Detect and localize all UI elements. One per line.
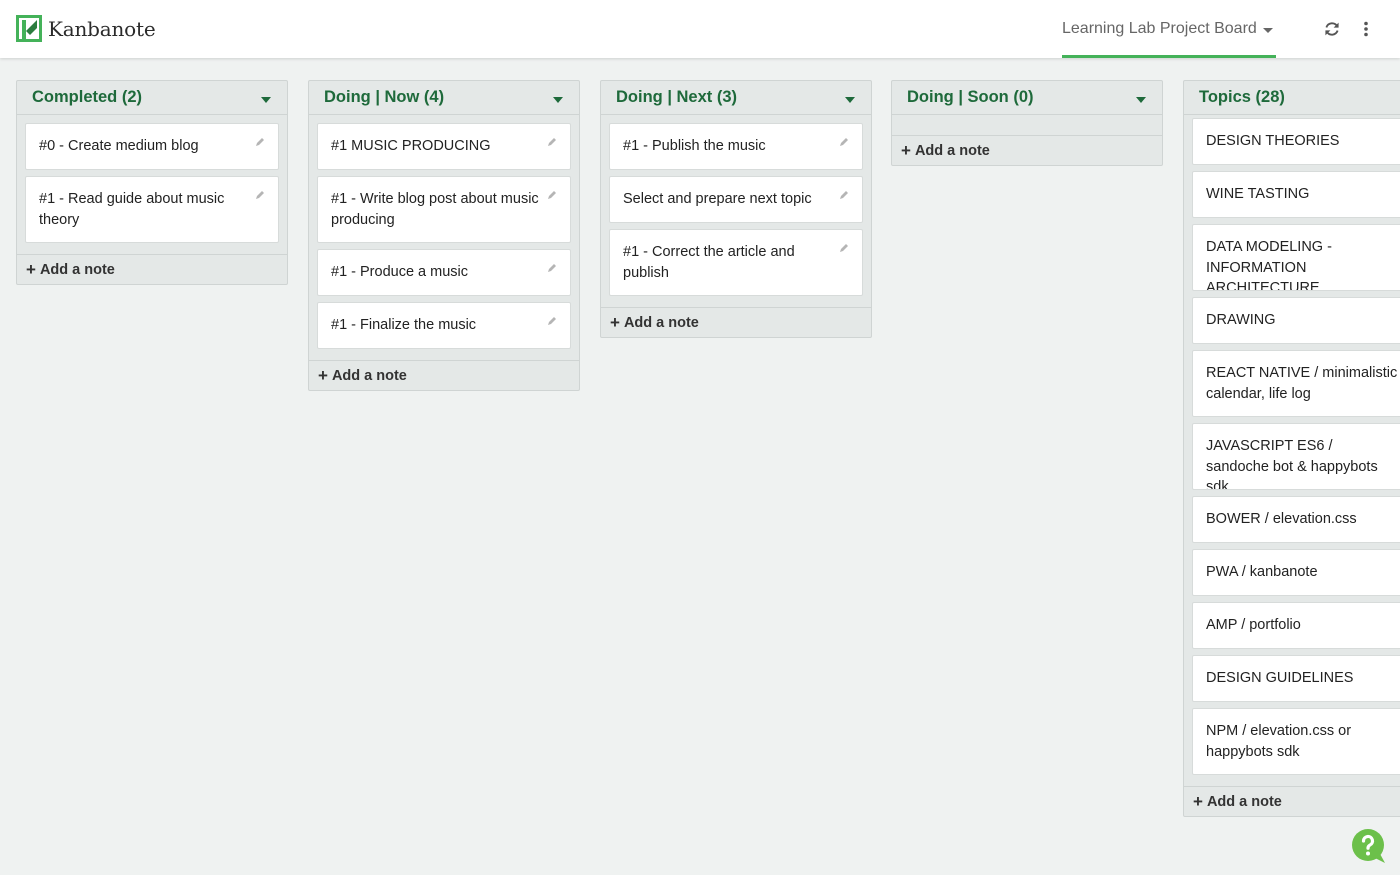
column-title: Completed (2) bbox=[32, 88, 143, 106]
note-text: #1 - Publish the music bbox=[623, 138, 766, 154]
chevron-down-icon[interactable] bbox=[261, 96, 271, 103]
chevron-down-icon[interactable] bbox=[1136, 96, 1146, 103]
pencil-icon[interactable] bbox=[255, 137, 265, 147]
column-topics: Topics (28) DESIGN THEORIES WINE TASTING… bbox=[1183, 80, 1400, 817]
kanbanote-logo-icon bbox=[16, 15, 42, 42]
column-header: Doing | Now (4) bbox=[309, 81, 579, 115]
note-text: PWA / kanbanote bbox=[1206, 564, 1318, 580]
help-icon[interactable] bbox=[1351, 828, 1387, 864]
column-header: Doing | Soon (0) bbox=[892, 81, 1162, 115]
note-text: DRAWING bbox=[1206, 312, 1276, 328]
add-note-label: Add a note bbox=[1206, 793, 1282, 810]
column-title: Doing | Now (4) bbox=[324, 88, 445, 106]
note-text: JAVASCRIPT ES6 / sandoche bot & happybot… bbox=[1206, 438, 1378, 490]
logo[interactable]: Kanbanote bbox=[16, 15, 156, 42]
note-card[interactable]: REACT NATIVE / minimalistic calendar, li… bbox=[1192, 350, 1400, 417]
add-note-button[interactable]: + Add a note bbox=[309, 360, 579, 390]
add-note-label: Add a note bbox=[39, 261, 115, 278]
add-note-button[interactable]: + Add a note bbox=[892, 135, 1162, 165]
pencil-icon[interactable] bbox=[839, 243, 849, 253]
note-card[interactable]: #1 - Read guide about music theory bbox=[25, 176, 279, 243]
add-note-label: Add a note bbox=[914, 142, 990, 159]
note-text: #1 - Write blog post about music produci… bbox=[331, 191, 539, 228]
note-text: #1 - Correct the article and publish bbox=[623, 244, 795, 281]
pencil-icon[interactable] bbox=[255, 190, 265, 200]
note-list: #0 - Create medium blog #1 - Read guide … bbox=[17, 115, 287, 243]
note-card[interactable]: #1 - Write blog post about music produci… bbox=[317, 176, 571, 243]
note-card[interactable]: NPM / elevation.css or happybots sdk bbox=[1192, 708, 1400, 775]
note-card[interactable]: PWA / kanbanote bbox=[1192, 549, 1400, 596]
column-header: Doing | Next (3) bbox=[601, 81, 871, 115]
top-bar: Kanbanote Learning Lab Project Board bbox=[0, 0, 1400, 58]
column-doing-soon: Doing | Soon (0) + Add a note bbox=[891, 80, 1163, 166]
note-text: #1 MUSIC PRODUCING bbox=[331, 138, 491, 154]
pencil-icon[interactable] bbox=[839, 137, 849, 147]
more-vertical-icon[interactable] bbox=[1357, 20, 1375, 38]
column-header: Completed (2) bbox=[17, 81, 287, 115]
pencil-icon[interactable] bbox=[547, 137, 557, 147]
board-name: Learning Lab Project Board bbox=[1062, 20, 1257, 37]
note-card[interactable]: #1 - Produce a music bbox=[317, 249, 571, 296]
note-text: #1 - Read guide about music theory bbox=[39, 191, 225, 228]
column-doing-now: Doing | Now (4) #1 MUSIC PRODUCING #1 - … bbox=[308, 80, 580, 391]
column-doing-next: Doing | Next (3) #1 - Publish the music … bbox=[600, 80, 872, 338]
note-text: DESIGN THEORIES bbox=[1206, 133, 1340, 149]
note-text: BOWER / elevation.css bbox=[1206, 511, 1357, 527]
note-card[interactable]: DESIGN THEORIES bbox=[1192, 118, 1400, 165]
pencil-icon[interactable] bbox=[547, 190, 557, 200]
column-title: Doing | Soon (0) bbox=[907, 88, 1034, 106]
note-card[interactable]: JAVASCRIPT ES6 / sandoche bot & happybot… bbox=[1192, 423, 1400, 490]
caret-down-icon bbox=[1262, 27, 1273, 33]
plus-icon: + bbox=[318, 366, 328, 385]
pencil-icon[interactable] bbox=[839, 190, 849, 200]
add-note-button[interactable]: + Add a note bbox=[17, 254, 287, 284]
brand-name: Kanbanote bbox=[48, 16, 156, 41]
note-text: #1 - Produce a music bbox=[331, 264, 469, 280]
note-card[interactable]: Select and prepare next topic bbox=[609, 176, 863, 223]
note-card[interactable]: #0 - Create medium blog bbox=[25, 123, 279, 170]
note-card[interactable]: DESIGN GUIDELINES bbox=[1192, 655, 1400, 702]
pencil-icon[interactable] bbox=[547, 316, 557, 326]
note-text: REACT NATIVE / minimalistic calendar, li… bbox=[1206, 365, 1398, 402]
note-card[interactable]: #1 - Publish the music bbox=[609, 123, 863, 170]
note-list: DESIGN THEORIES WINE TASTING DATA MODELI… bbox=[1184, 115, 1400, 775]
note-text: DATA MODELING - INFORMATION ARCHITECTURE bbox=[1206, 239, 1332, 291]
note-list: #1 MUSIC PRODUCING #1 - Write blog post … bbox=[309, 115, 579, 349]
refresh-icon[interactable] bbox=[1323, 20, 1341, 38]
note-card[interactable]: WINE TASTING bbox=[1192, 171, 1400, 218]
add-note-button[interactable]: + Add a note bbox=[601, 307, 871, 337]
board-selector-underline bbox=[1062, 55, 1276, 58]
add-note-label: Add a note bbox=[331, 367, 407, 384]
note-card[interactable]: AMP / portfolio bbox=[1192, 602, 1400, 649]
chevron-down-icon[interactable] bbox=[845, 96, 855, 103]
pencil-icon[interactable] bbox=[547, 263, 557, 273]
note-text: WINE TASTING bbox=[1206, 186, 1310, 202]
plus-icon: + bbox=[610, 313, 620, 332]
plus-icon: + bbox=[901, 141, 911, 160]
chevron-down-icon[interactable] bbox=[553, 96, 563, 103]
note-text: DESIGN GUIDELINES bbox=[1206, 670, 1354, 686]
note-text: #1 - Finalize the music bbox=[331, 317, 477, 333]
note-text: NPM / elevation.css or happybots sdk bbox=[1206, 723, 1352, 760]
column-completed: Completed (2) #0 - Create medium blog #1… bbox=[16, 80, 288, 285]
note-text: #0 - Create medium blog bbox=[39, 138, 199, 154]
note-text: AMP / portfolio bbox=[1206, 617, 1301, 633]
add-note-button[interactable]: + Add a note bbox=[1184, 786, 1400, 816]
board-selector[interactable]: Learning Lab Project Board bbox=[1062, 0, 1276, 58]
plus-icon: + bbox=[26, 260, 36, 279]
plus-icon: + bbox=[1193, 792, 1203, 811]
column-title: Topics (28) bbox=[1199, 88, 1285, 106]
note-card[interactable]: DATA MODELING - INFORMATION ARCHITECTURE bbox=[1192, 224, 1400, 291]
note-list: #1 - Publish the music Select and prepar… bbox=[601, 115, 871, 296]
note-card[interactable]: BOWER / elevation.css bbox=[1192, 496, 1400, 543]
column-header: Topics (28) bbox=[1184, 81, 1400, 115]
column-title: Doing | Next (3) bbox=[616, 88, 738, 106]
add-note-label: Add a note bbox=[623, 314, 699, 331]
note-card[interactable]: #1 MUSIC PRODUCING bbox=[317, 123, 571, 170]
note-card[interactable]: DRAWING bbox=[1192, 297, 1400, 344]
note-text: Select and prepare next topic bbox=[623, 191, 812, 207]
note-card[interactable]: #1 - Correct the article and publish bbox=[609, 229, 863, 296]
note-card[interactable]: #1 - Finalize the music bbox=[317, 302, 571, 349]
